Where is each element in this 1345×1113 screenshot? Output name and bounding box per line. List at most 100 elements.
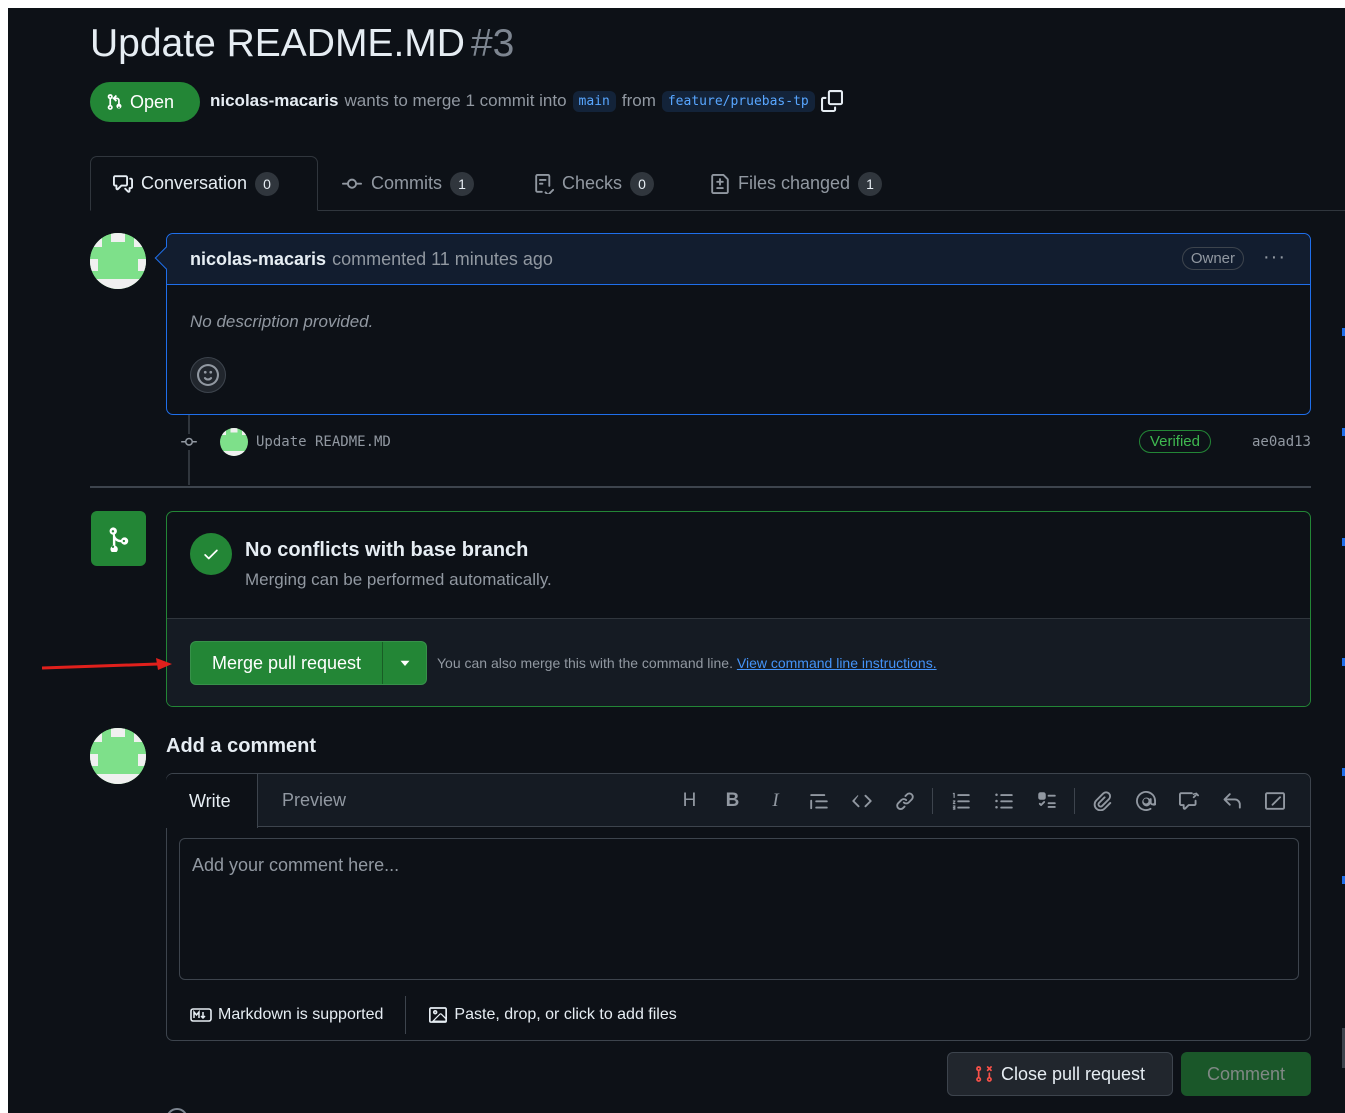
bold-icon[interactable]: B — [711, 785, 754, 817]
identicon-icon — [220, 428, 248, 456]
comment-card: nicolas-macaris commented 11 minutes ago… — [154, 233, 1311, 415]
mention-icon[interactable] — [1124, 785, 1167, 817]
git-commit-icon — [178, 434, 200, 450]
tab-counter: 0 — [255, 171, 280, 196]
command-line-instructions-link[interactable]: View command line instructions. — [737, 655, 937, 671]
smiley-icon — [197, 364, 219, 386]
link-icon[interactable] — [883, 785, 926, 817]
tab-label: Checks — [562, 173, 623, 193]
timeline-bullet-icon — [166, 1108, 188, 1113]
kebab-menu-icon[interactable]: ··· — [1263, 246, 1286, 269]
tab-checks[interactable]: Checks 0 — [534, 156, 655, 211]
check-icon — [204, 549, 218, 560]
comment-button[interactable]: Comment — [1181, 1052, 1311, 1096]
merge-hint-text: You can also merge this with the command… — [437, 655, 733, 671]
git-pull-request-icon — [107, 94, 122, 110]
editor-tabs: Write Preview H B I — [166, 774, 1310, 828]
comment-header: nicolas-macaris commented 11 minutes ago… — [167, 234, 1310, 285]
close-button-label: Close pull request — [1000, 1063, 1146, 1084]
commit-sha[interactable]: ae0ad13 — [1252, 434, 1311, 450]
footer-divider — [405, 996, 407, 1034]
tab-write[interactable]: Write — [166, 774, 258, 828]
toolbar-divider — [1074, 787, 1075, 814]
close-pull-request-button[interactable]: Close pull request — [947, 1052, 1173, 1096]
reference-icon[interactable] — [1167, 785, 1210, 817]
tab-label: Conversation — [141, 173, 248, 193]
commit-avatar[interactable] — [220, 428, 248, 456]
merge-status: No conflicts with base branch Merging ca… — [167, 512, 1310, 619]
tab-conversation[interactable]: Conversation 0 — [90, 156, 318, 211]
tab-label: Commits — [371, 173, 442, 193]
markdown-icon — [190, 1008, 212, 1022]
verified-badge[interactable]: Verified — [1138, 430, 1211, 453]
merge-status-subtitle: Merging can be performed automatically. — [245, 570, 552, 589]
tab-counter: 1 — [450, 171, 474, 196]
tab-label: Files changed — [738, 173, 851, 193]
tab-preview[interactable]: Preview — [282, 774, 346, 827]
add-comment-title: Add a comment — [166, 735, 317, 757]
page-title: Update README.MD #3 — [90, 22, 514, 66]
merge-pull-request-button[interactable]: Merge pull request — [191, 642, 383, 684]
tab-files-changed[interactable]: Files changed 1 — [710, 156, 883, 211]
merge-method-dropdown[interactable] — [383, 642, 426, 684]
merge-status-title: No conflicts with base branch — [245, 539, 529, 561]
commit-item: Update README.MD Verified ae0ad13 — [178, 426, 1311, 458]
owner-badge: Owner — [1181, 247, 1244, 270]
tab-counter: 1 — [858, 171, 883, 196]
markdown-supported-link[interactable]: Markdown is supported — [218, 1006, 383, 1024]
head-branch[interactable]: feature/pruebas-tp — [661, 90, 815, 112]
comment-editor: Write Preview H B I Add your comment her… — [166, 773, 1311, 1041]
editor-footer: Markdown is supported Paste, drop, or cl… — [167, 989, 1310, 1041]
copy-icon[interactable] — [820, 90, 843, 112]
image-icon — [429, 1007, 448, 1023]
toolbar-divider — [932, 787, 933, 814]
attach-icon[interactable] — [1081, 785, 1124, 817]
merge-text: wants to merge 1 commit into — [344, 91, 567, 110]
ordered-list-icon[interactable] — [939, 785, 982, 817]
git-commit-icon — [342, 178, 362, 189]
from-text: from — [621, 91, 656, 110]
code-icon[interactable] — [840, 785, 883, 817]
red-arrow-icon — [42, 658, 172, 670]
base-branch[interactable]: main — [572, 90, 616, 112]
tab-counter: 0 — [630, 171, 655, 196]
pr-meta: nicolas-macaris wants to merge 1 commit … — [210, 90, 843, 112]
file-diff-icon — [711, 173, 729, 194]
comment-discussion-icon — [113, 174, 133, 193]
unordered-list-icon[interactable] — [982, 785, 1025, 817]
status-badge: Open — [90, 82, 200, 122]
checklist-icon — [535, 173, 554, 194]
pr-number: #3 — [470, 22, 515, 65]
task-list-icon[interactable] — [1025, 785, 1068, 817]
tab-commits[interactable]: Commits 1 — [341, 156, 474, 211]
status-label: Open — [130, 91, 175, 112]
add-reaction-button[interactable] — [190, 357, 226, 393]
avatar[interactable] — [90, 728, 146, 784]
avatar[interactable] — [90, 233, 146, 289]
merge-hint: You can also merge this with the command… — [437, 655, 937, 671]
merge-status-icon — [91, 511, 146, 566]
check-circle-icon — [190, 533, 232, 575]
attach-files-link[interactable]: Paste, drop, or click to add files — [454, 1006, 676, 1024]
reply-icon[interactable] — [1210, 785, 1253, 817]
triangle-down-icon — [400, 660, 409, 666]
fullscreen-icon[interactable] — [1253, 785, 1296, 817]
author-link[interactable]: nicolas-macaris — [210, 91, 339, 111]
git-pull-request-closed-icon — [976, 1066, 992, 1082]
heading-icon[interactable]: H — [668, 785, 711, 817]
italic-icon[interactable]: I — [754, 785, 797, 817]
pull-request-page: Update README.MD #3 Open nicolas-macaris … — [8, 8, 1345, 1113]
identicon-icon — [90, 233, 146, 289]
markdown-toolbar: H B I — [668, 774, 1296, 827]
merge-actions: Merge pull request You can also merge th… — [167, 619, 1310, 706]
comment-author[interactable]: nicolas-macaris — [190, 249, 326, 270]
timeline-divider — [90, 486, 1311, 488]
pr-title: Update README.MD — [90, 22, 465, 65]
comment-textarea[interactable] — [179, 838, 1299, 980]
comment-body: No description provided. — [190, 312, 374, 331]
commit-message[interactable]: Update README.MD — [256, 434, 391, 450]
comment-timestamp[interactable]: commented 11 minutes ago — [332, 249, 553, 270]
merge-panel: No conflicts with base branch Merging ca… — [166, 511, 1311, 707]
quote-icon[interactable] — [797, 785, 840, 817]
identicon-icon — [90, 728, 146, 784]
